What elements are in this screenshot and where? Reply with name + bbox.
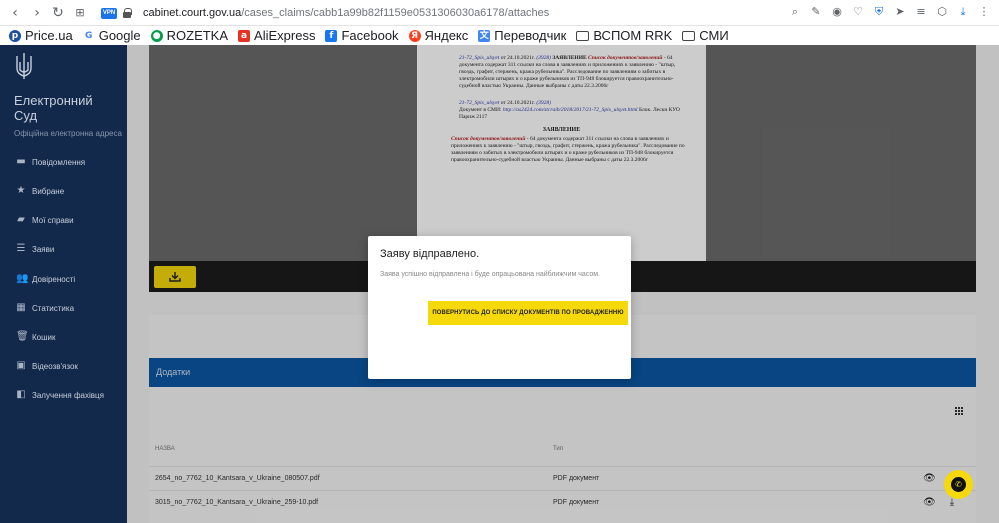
camera-icon[interactable]: ◉ [830,5,844,19]
success-dialog: Заяву відправлено. Заява успішно відправ… [368,236,631,379]
edit-icon[interactable]: ✎ [809,5,823,19]
sidebar-item-notifications[interactable]: ▬ Повідомлення [0,152,127,172]
bookmark-aliexpress[interactable]: a AliExpress [238,28,315,43]
folder-icon [682,30,696,41]
specialist-icon: ◧ [16,389,26,400]
facebook-icon: f [325,29,338,42]
bookmark-price[interactable]: p Price.ua [9,28,73,43]
users-icon: 👥 [16,273,29,284]
tabs-grid-icon[interactable]: ⊞ [71,4,89,22]
send-icon[interactable]: ➤ [893,5,907,19]
dialog-title: Заяву відправлено. [380,248,480,260]
menu-lines-icon[interactable]: ≡ [914,5,928,19]
search-icon[interactable]: ⌕ [788,5,802,19]
heart-icon[interactable]: ♡ [851,5,865,19]
page-content: Електронний Суд Офіційна електронна адре… [0,45,999,523]
more-icon[interactable]: ⋮ [977,5,991,19]
browser-toolbar: ‹ › ↻ ⊞ VPN cabinet.court.gov.ua/cases_c… [0,0,999,26]
price-icon: p [9,29,21,42]
trident-logo-icon[interactable] [14,52,34,80]
call-support-button[interactable]: ✆ [944,470,973,499]
sidebar-item-my-cases[interactable]: ▰ Мої справи [0,210,127,230]
chart-icon: ▦ [16,302,26,313]
brand-subtitle[interactable]: Офіційна електронна адреса [14,129,122,138]
brand-title[interactable]: Електронний Суд [14,93,93,123]
sidebar-item-proxies[interactable]: 👥 Довіреності [0,269,127,289]
aliexpress-icon: a [238,29,251,42]
vpn-badge[interactable]: VPN [101,8,117,19]
bookmark-yandex[interactable]: Я Яндекс [408,28,468,43]
sidebar-item-specialist[interactable]: ◧ Залучення фахівця [0,385,127,405]
sidebar-item-favorites[interactable]: ★ Вибране [0,181,127,201]
message-icon: ▬ [16,156,26,167]
bookmark-google[interactable]: G Google [82,28,141,43]
folder-icon: ▰ [17,214,25,225]
translate-icon: 文 [478,29,491,42]
yandex-icon: Я [408,29,421,42]
url-host: cabinet.court.gov.ua [143,7,242,19]
folder-icon [576,30,590,41]
star-icon: ★ [16,185,26,196]
url-path: /cases_claims/cabb1a99b82f1159e053130603… [241,7,550,19]
google-icon: G [82,29,95,42]
sidebar: Електронний Суд Офіційна електронна адре… [0,45,127,523]
dialog-message: Заява успішно відправлена і буде опрацьо… [380,271,600,278]
back-icon[interactable]: ‹ [6,4,24,22]
cube-icon[interactable]: ⬡ [935,5,949,19]
reload-icon[interactable]: ↻ [49,4,67,22]
bookmark-rozetka[interactable]: ● ROZETKA [150,28,228,43]
sidebar-item-trash[interactable]: 🗑 Кошик [0,327,127,347]
address-bar[interactable]: cabinet.court.gov.ua/cases_claims/cabb1a… [143,7,549,19]
bookmark-translate[interactable]: 文 Переводчик [478,28,566,43]
rozetka-icon: ● [150,29,163,42]
sidebar-item-video[interactable]: ▣ Відеозв'язок [0,356,127,376]
sidebar-item-claims[interactable]: ☰ Заяви [0,239,127,259]
forward-icon[interactable]: › [28,4,46,22]
trash-icon: 🗑 [16,331,29,342]
phone-icon: ✆ [951,477,966,492]
sidebar-item-statistics[interactable]: ▦ Статистика [0,298,127,318]
bookmark-folder-smi[interactable]: СМИ [682,28,729,43]
lock-icon[interactable] [123,8,132,18]
bookmark-folder-vspom[interactable]: ВСПОМ RRK [576,28,672,43]
download-icon[interactable]: ⤓ [956,5,970,19]
bookmarks-bar: p Price.ua G Google ● ROZETKA a AliExpress f… [0,26,999,45]
shield-icon[interactable]: ⛨ [872,5,886,19]
list-icon: ☰ [16,243,26,254]
back-to-documents-button[interactable]: ПОВЕРНУТИСЬ ДО СПИСКУ ДОКУМЕНТІВ ПО ПРОВ… [428,301,628,325]
bookmark-facebook[interactable]: f Facebook [325,28,399,43]
video-icon: ▣ [16,360,26,371]
